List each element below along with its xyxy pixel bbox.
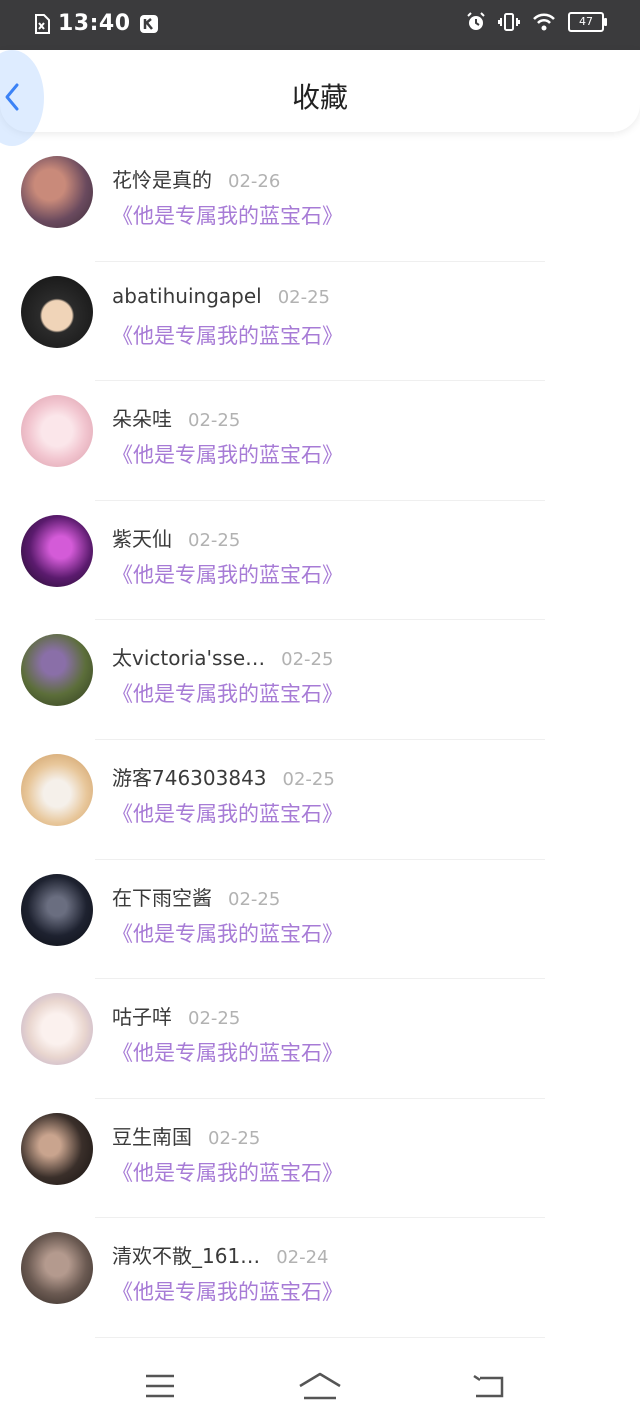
battery-indicator: 47 [568,12,607,32]
item-date: 02-25 [208,1127,261,1149]
user-name: 紫天仙 02-25 [112,526,241,551]
list-item[interactable]: 紫天仙 02-25 《他是专属我的蓝宝石》 [0,501,640,621]
wifi-icon [533,13,555,31]
divider [95,1336,545,1338]
favorites-list: 花怜是真的 02-26 《他是专属我的蓝宝石》 abatihuingapel 02-… [0,142,640,1338]
book-title[interactable]: 《他是专属我的蓝宝石》 [112,1157,343,1187]
item-date: 02-25 [188,1008,241,1030]
list-item[interactable]: 花怜是真的 02-26 《他是专属我的蓝宝石》 [0,142,640,262]
list-item[interactable]: 朵朵哇 02-25 《他是专属我的蓝宝石》 [0,381,640,501]
system-nav-bar [0,1340,640,1427]
app-k-icon [139,14,158,33]
book-title[interactable]: 《他是专属我的蓝宝石》 [112,798,343,828]
item-date: 02-25 [277,286,331,308]
avatar[interactable] [21,1112,93,1185]
status-left: 13:40 [34,11,159,36]
avatar[interactable] [21,395,93,468]
list-item[interactable]: abatihuingapel 02-25 《他是专属我的蓝宝石》 [0,262,640,382]
menu-icon[interactable] [144,1372,176,1400]
book-title[interactable]: 《他是专属我的蓝宝石》 [112,918,343,948]
avatar[interactable] [21,873,93,946]
book-title[interactable]: 《他是专属我的蓝宝石》 [112,559,343,589]
alarm-icon [467,12,485,30]
user-name: 花怜是真的 02-26 [112,168,281,192]
book-title[interactable]: 《他是专属我的蓝宝石》 [112,320,343,350]
user-name: abatihuingapel 02-25 [112,283,331,308]
vibrate-icon [498,13,520,31]
avatar[interactable] [21,634,93,707]
status-right: 47 [466,12,607,32]
list-item[interactable]: 豆生南国 02-25 《他是专属我的蓝宝石》 [0,1099,640,1219]
item-date: 02-25 [228,888,281,910]
list-item[interactable]: 清欢不散_161… 02-24 《他是专属我的蓝宝石》 [0,1218,640,1338]
item-date: 02-26 [228,171,281,192]
sim-card-icon [35,13,50,34]
user-name: 游客746303843 02-25 [112,765,335,790]
list-item[interactable]: 太victoria'sse… 02-25 《他是专属我的蓝宝石》 [0,620,640,740]
book-title[interactable]: 《他是专属我的蓝宝石》 [112,439,343,469]
avatar[interactable] [21,156,93,228]
book-title[interactable]: 《他是专属我的蓝宝石》 [112,678,343,708]
back-nav-icon[interactable] [472,1372,506,1400]
list-item[interactable]: 在下雨空酱 02-25 《他是专属我的蓝宝石》 [0,860,640,980]
user-name: 太victoria'sse… 02-25 [112,646,334,671]
book-title[interactable]: 《他是专属我的蓝宝石》 [112,200,343,230]
list-item[interactable]: 咕子咩 02-25 《他是专属我的蓝宝石》 [0,979,640,1099]
item-date: 02-24 [276,1247,329,1269]
status-bar: 13:40 47 [0,0,640,50]
user-name: 在下雨空酱 02-25 [112,885,281,910]
item-date: 02-25 [188,529,241,551]
list-item[interactable]: 游客746303843 02-25 《他是专属我的蓝宝石》 [0,740,640,860]
user-name: 咕子咩 02-25 [112,1005,241,1030]
avatar[interactable] [21,514,93,587]
book-title[interactable]: 《他是专属我的蓝宝石》 [112,1037,343,1067]
status-time: 13:40 [58,11,131,36]
avatar[interactable] [21,993,93,1066]
user-name: 豆生南国 02-25 [112,1124,261,1149]
user-name: 清欢不散_161… 02-24 [112,1244,329,1269]
item-date: 02-25 [188,410,241,432]
avatar[interactable] [21,275,93,348]
home-icon[interactable] [298,1372,342,1402]
avatar[interactable] [21,1232,93,1305]
header: 收藏 [0,50,640,146]
item-date: 02-25 [282,768,335,790]
page-title: 收藏 [291,81,348,114]
avatar[interactable] [21,753,93,826]
item-date: 02-25 [281,649,334,671]
user-name: 朵朵哇 02-25 [112,407,241,432]
book-title[interactable]: 《他是专属我的蓝宝石》 [112,1276,343,1306]
